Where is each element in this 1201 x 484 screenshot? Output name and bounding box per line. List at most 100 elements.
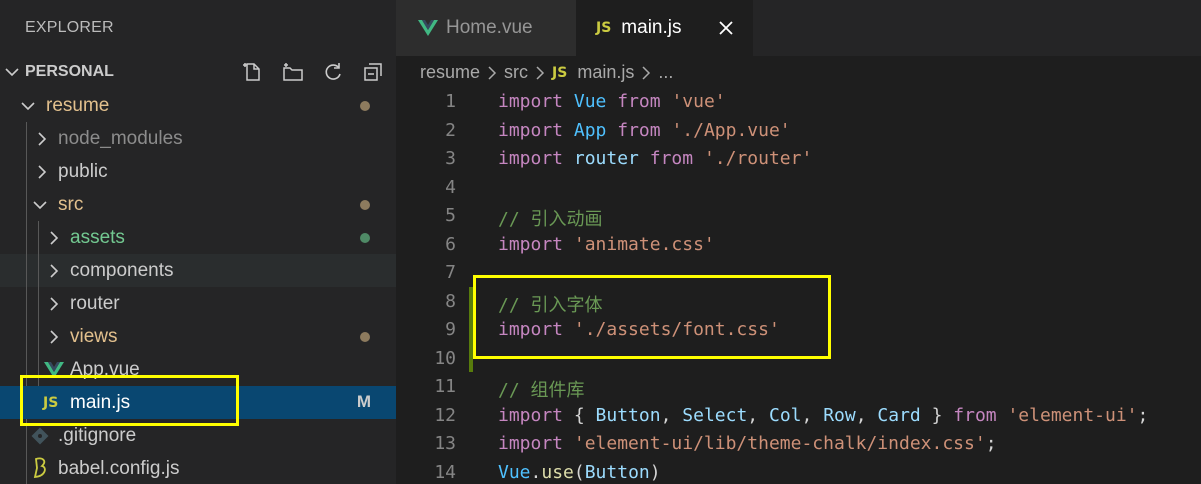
code-token: Row <box>823 404 856 426</box>
tree-item-assets[interactable]: assets <box>0 221 396 254</box>
modified-dot <box>360 101 370 111</box>
code-line[interactable]: 2 import App from './App.vue' <box>396 116 1201 145</box>
tree-item-app-vue[interactable]: App.vue <box>0 353 396 386</box>
indent-guide <box>26 353 27 386</box>
tree-item-node-modules[interactable]: node_modules <box>0 122 396 155</box>
new-folder-icon[interactable] <box>278 60 308 84</box>
code-token: // 组件库 <box>498 380 585 401</box>
code-editor[interactable]: 1 import Vue from 'vue' 2 import App from '… <box>396 87 1201 484</box>
tree-item-label: main.js <box>70 392 131 413</box>
code-token: './App.vue' <box>671 119 791 141</box>
chevron-right-icon <box>641 65 651 81</box>
collapse-all-icon[interactable] <box>358 60 388 84</box>
line-number: 3 <box>445 148 456 169</box>
git-change-marker[interactable] <box>469 343 473 372</box>
git-change-marker[interactable] <box>469 315 473 344</box>
code-token: from <box>953 404 997 426</box>
chevron-down-icon <box>32 197 48 218</box>
line-number: 9 <box>445 319 456 340</box>
indent-guide <box>26 122 27 155</box>
tree-item-components[interactable]: components <box>0 254 396 287</box>
modified-dot <box>360 332 370 342</box>
editor-area: Home.vue JS main.js resume src JS main.j… <box>396 0 1201 484</box>
code-token: // 引入字体 <box>498 294 603 316</box>
git-change-marker[interactable] <box>469 286 473 315</box>
code-line[interactable]: 4 <box>396 173 1201 202</box>
new-file-icon[interactable] <box>238 60 268 84</box>
chevron-right-icon <box>46 329 62 350</box>
git-file-icon <box>31 427 49 450</box>
tree-item-views[interactable]: views <box>0 320 396 353</box>
code-token: from <box>649 148 694 169</box>
breadcrumb-item[interactable]: src <box>504 62 528 83</box>
tree-item-main-js[interactable]: JS main.js M <box>0 386 396 419</box>
tree-item-src[interactable]: src <box>0 188 396 221</box>
line-number: 5 <box>445 205 456 226</box>
code-line[interactable]: 1 import Vue from 'vue' <box>396 87 1201 116</box>
line-text: import App from './App.vue' <box>498 120 791 141</box>
breadcrumb-item[interactable]: ... <box>658 62 673 83</box>
code-token: // 引入动画 <box>498 209 603 230</box>
vue-file-icon <box>44 361 64 384</box>
refresh-icon[interactable] <box>318 60 348 84</box>
line-number: 6 <box>445 233 456 255</box>
chevron-right-icon <box>535 65 545 81</box>
code-token: { <box>563 404 596 426</box>
tree-item-router[interactable]: router <box>0 287 396 320</box>
tab-main-js[interactable]: JS main.js <box>576 0 753 56</box>
chevron-right-icon <box>46 296 62 317</box>
line-number: 8 <box>445 290 456 312</box>
indent-guide <box>38 287 39 320</box>
code-token: './assets/font.css' <box>573 319 780 340</box>
js-file-icon: JS <box>596 20 612 36</box>
workspace-section-header[interactable]: PERSONAL <box>0 56 396 89</box>
code-token: 'element-ui' <box>1007 404 1138 426</box>
tab-home-vue[interactable]: Home.vue <box>396 0 576 56</box>
tree-item-label: router <box>70 293 120 314</box>
code-token: 'element-ui/lib/theme-chalk/index.css' <box>573 433 986 454</box>
code-line[interactable]: 10 <box>396 343 1201 372</box>
code-line[interactable]: 12 import { Button, Select, Col, Row, Car… <box>396 401 1201 430</box>
code-token: import <box>498 233 564 255</box>
code-token: , <box>855 404 878 426</box>
tree-item-public[interactable]: public <box>0 155 396 188</box>
tree-item-label: babel.config.js <box>58 458 180 479</box>
tree-item-gitignore[interactable]: .gitignore <box>0 419 396 452</box>
line-text: Vue.use(Button) <box>498 462 661 483</box>
code-token: import <box>498 404 564 426</box>
code-line[interactable]: 11 // 组件库 <box>396 372 1201 401</box>
breadcrumb-item[interactable]: resume <box>420 62 480 83</box>
code-line[interactable]: 7 <box>396 258 1201 287</box>
code-line[interactable]: 5 // 引入动画 <box>396 201 1201 230</box>
line-text: // 引入字体 <box>498 291 603 317</box>
tree-item-label: .gitignore <box>58 425 137 446</box>
chevron-right-icon <box>46 263 62 284</box>
code-token: use <box>541 461 574 483</box>
close-icon[interactable] <box>719 21 734 35</box>
section-actions <box>238 60 388 84</box>
tab-label: Home.vue <box>446 17 533 38</box>
code-token: './router' <box>703 148 813 169</box>
breadcrumb-item[interactable]: main.js <box>577 62 634 83</box>
code-line[interactable]: 14 Vue.use(Button) <box>396 458 1201 484</box>
code-token: ) <box>649 461 661 483</box>
babel-file-icon <box>31 457 49 484</box>
code-line[interactable]: 8 // 引入字体 <box>396 286 1201 317</box>
code-line[interactable]: 3 import router from './router' <box>396 144 1201 173</box>
code-line[interactable]: 9 import './assets/font.css' <box>396 315 1201 344</box>
code-line[interactable]: 6 import 'animate.css' <box>396 230 1201 259</box>
line-text: import './assets/font.css' <box>498 319 780 340</box>
indent-guide <box>38 254 39 287</box>
code-line[interactable]: 13 import 'element-ui/lib/theme-chalk/ind… <box>396 429 1201 458</box>
indent-guide <box>26 188 27 221</box>
chevron-right-icon <box>34 164 50 185</box>
tree-item-resume[interactable]: resume <box>0 89 396 122</box>
tree-item-babel-config[interactable]: babel.config.js <box>0 452 396 484</box>
